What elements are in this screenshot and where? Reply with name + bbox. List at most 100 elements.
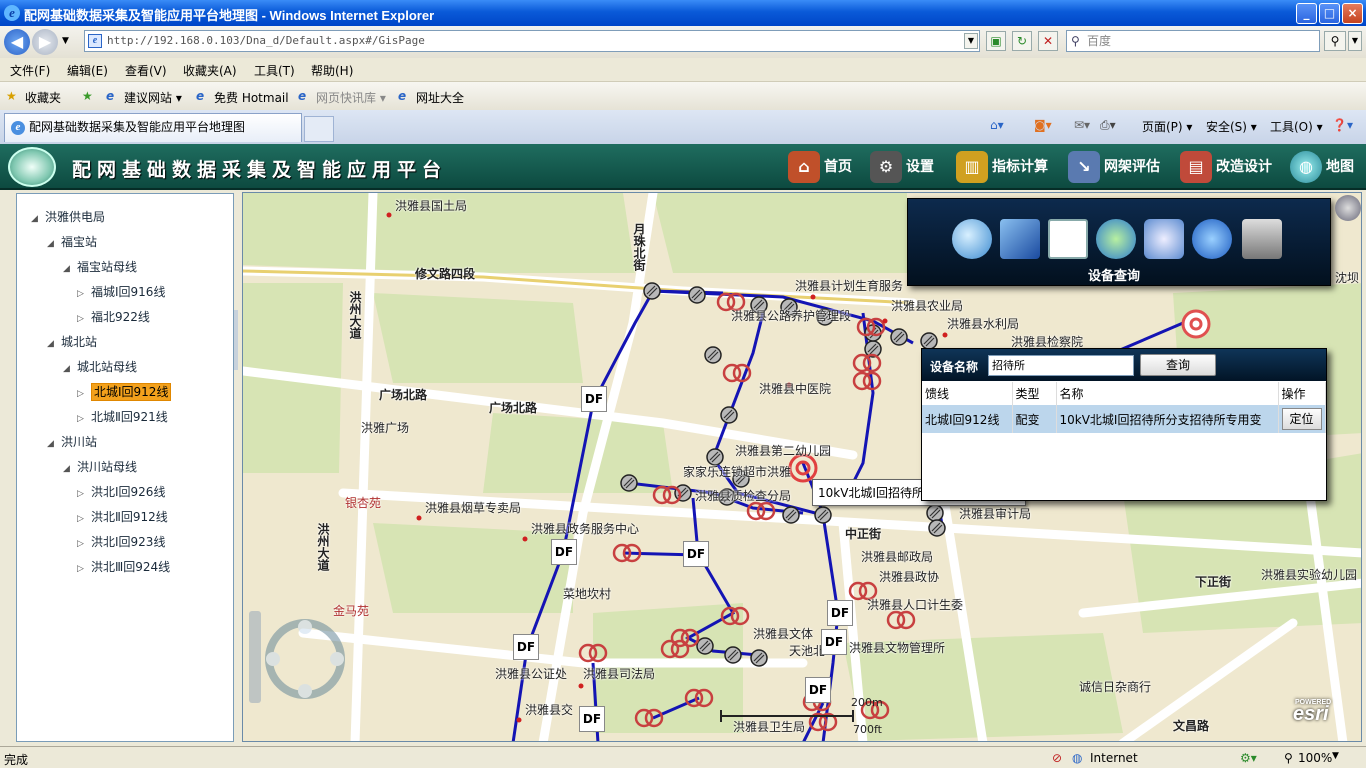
new-tab-button[interactable] xyxy=(304,116,334,142)
menu-help[interactable]: 帮助(H) xyxy=(311,62,353,79)
pole-marker[interactable] xyxy=(696,637,714,655)
locate-button[interactable]: 定位 xyxy=(1281,408,1322,430)
df-box[interactable]: DF xyxy=(579,706,605,732)
df-box[interactable]: DF xyxy=(551,539,577,565)
pole-marker[interactable] xyxy=(920,332,938,350)
expand-arrow-icon[interactable]: ▷ xyxy=(77,539,91,549)
df-box[interactable]: DF xyxy=(821,629,847,655)
close-button[interactable]: × xyxy=(1342,3,1363,24)
pole-marker[interactable] xyxy=(926,504,944,522)
tree-node[interactable]: ◢ 洪川站 xyxy=(47,433,97,450)
collapse-arrow-icon[interactable]: ◢ xyxy=(47,339,61,349)
table-row[interactable]: 北城Ⅰ回912线 配变 10kV北城Ⅰ回招待所分支招待所专用变 定位 xyxy=(922,405,1326,433)
tree-node[interactable]: ▷ 洪北Ⅱ回912线 xyxy=(77,508,168,525)
compat-view-icon[interactable]: ▣ xyxy=(986,31,1006,51)
tree-node[interactable]: ◢ 福宝站母线 xyxy=(63,258,137,275)
page-menu[interactable]: 页面(P) ▾ xyxy=(1142,118,1192,135)
pole-marker[interactable] xyxy=(928,519,946,537)
df-box[interactable]: DF xyxy=(513,634,539,660)
tools-menu[interactable]: 工具(O) ▾ xyxy=(1270,118,1323,135)
magnifier-icon[interactable] xyxy=(952,219,992,259)
panel-splitter[interactable] xyxy=(234,310,238,370)
df-box[interactable]: DF xyxy=(805,677,831,703)
url-field[interactable]: e http://192.168.0.103/Dna_d/Default.aspx… xyxy=(84,30,980,52)
nav-home[interactable]: ⌂ 首页 xyxy=(788,148,852,186)
menu-edit[interactable]: 编辑(E) xyxy=(67,62,108,79)
menu-favorites[interactable]: 收藏夹(A) xyxy=(183,62,237,79)
collapse-arrow-icon[interactable]: ◢ xyxy=(47,239,61,249)
menu-file[interactable]: 文件(F) xyxy=(10,62,50,79)
tab-gis-page[interactable]: 配网基础数据采集及智能应用平台地理图 xyxy=(4,113,302,142)
fav-web-slice[interactable]: 网页快讯库 ▾ xyxy=(316,89,386,106)
expand-arrow-icon[interactable]: ▷ xyxy=(77,564,91,574)
expand-arrow-icon[interactable]: ▷ xyxy=(77,414,91,424)
tree-node[interactable]: ▷ 洪北Ⅰ回923线 xyxy=(77,533,165,550)
nav-index-calc[interactable]: ▥ 指标计算 xyxy=(956,148,1048,186)
transformer-marker[interactable] xyxy=(896,610,916,630)
history-dropdown[interactable]: ▼ xyxy=(62,36,69,46)
add-favorite-icon[interactable]: ★ xyxy=(82,89,93,103)
pole-marker[interactable] xyxy=(704,346,722,364)
pole-marker[interactable] xyxy=(890,328,908,346)
globe-search-icon[interactable] xyxy=(1096,219,1136,259)
df-box[interactable]: DF xyxy=(827,600,853,626)
fav-hotmail[interactable]: 免费 Hotmail xyxy=(214,89,289,106)
url-dropdown[interactable]: ▼ xyxy=(964,33,978,49)
pole-marker[interactable] xyxy=(688,286,706,304)
expand-arrow-icon[interactable]: ▷ xyxy=(77,389,91,399)
forward-button[interactable]: ▶ xyxy=(32,29,58,55)
expand-arrow-icon[interactable]: ▷ xyxy=(77,489,91,499)
refresh-icon[interactable]: ↻ xyxy=(1012,31,1032,51)
search-options-dropdown[interactable]: ▼ xyxy=(1348,31,1362,51)
zoom-level[interactable]: 100% xyxy=(1298,751,1332,765)
collapse-arrow-icon[interactable]: ◢ xyxy=(63,264,77,274)
mail-icon[interactable]: ✉▾ xyxy=(1074,118,1090,132)
maximize-button[interactable]: □ xyxy=(1319,3,1340,24)
safety-menu[interactable]: 安全(S) ▾ xyxy=(1206,118,1257,135)
map-nav-control[interactable] xyxy=(247,609,347,709)
nav-grid-evaluate[interactable]: ↘ 网架评估 xyxy=(1068,148,1160,186)
monitor-icon[interactable] xyxy=(1144,219,1184,259)
favorites-button[interactable]: 收藏夹 xyxy=(25,89,61,106)
pole-marker[interactable] xyxy=(643,282,661,300)
gis-map[interactable]: 洪雅县国土局 修文路四段 月珠北街 洪州大道 洪雅县计划生育服务 洪雅县农业局 洪雅县水利局… xyxy=(242,192,1362,742)
feeds-icon[interactable]: ◙▾ xyxy=(1034,118,1052,132)
back-button[interactable]: ◀ xyxy=(4,29,30,55)
tree-node[interactable]: ◢ 城北站 xyxy=(47,333,97,350)
map-gear-icon[interactable] xyxy=(1335,195,1361,221)
pole-marker[interactable] xyxy=(782,506,800,524)
zoom-dropdown[interactable]: ▼ xyxy=(1332,751,1339,761)
tree-node[interactable]: ▷ 福北922线 xyxy=(77,308,150,325)
menu-tools[interactable]: 工具(T) xyxy=(254,62,295,79)
expand-arrow-icon[interactable]: ▷ xyxy=(77,289,91,299)
privacy-icon[interactable]: ⚙▾ xyxy=(1240,751,1257,765)
device-name-input[interactable]: 招待所 xyxy=(988,355,1134,376)
collapse-arrow-icon[interactable]: ◢ xyxy=(63,464,77,474)
df-box[interactable]: DF xyxy=(683,541,709,567)
tree-node[interactable]: ▷ 洪北Ⅲ回924线 xyxy=(77,558,170,575)
stop-icon[interactable]: ✕ xyxy=(1038,31,1058,51)
tree-node[interactable]: ▷ 北城Ⅰ回912线 xyxy=(77,383,172,401)
tree-node[interactable]: ◢ 洪川站母线 xyxy=(63,458,137,475)
expand-arrow-icon[interactable]: ▷ xyxy=(77,314,91,324)
pole-marker[interactable] xyxy=(750,649,768,667)
tree-node[interactable]: ▷ 福城Ⅰ回916线 xyxy=(77,283,165,300)
collapse-arrow-icon[interactable]: ◢ xyxy=(63,364,77,374)
list-icon[interactable] xyxy=(1048,219,1088,259)
tree-node[interactable]: ◢ 洪雅供电局 xyxy=(31,208,105,225)
pole-marker[interactable] xyxy=(674,484,692,502)
earth-icon[interactable] xyxy=(1192,219,1232,259)
cube-icon[interactable] xyxy=(1000,219,1040,259)
menu-view[interactable]: 查看(V) xyxy=(125,62,167,79)
expand-arrow-icon[interactable]: ▷ xyxy=(77,514,91,524)
nav-design[interactable]: ▤ 改造设计 xyxy=(1180,148,1272,186)
printer-icon[interactable] xyxy=(1242,219,1282,259)
minimize-button[interactable]: _ xyxy=(1296,3,1317,24)
pole-marker[interactable] xyxy=(620,474,638,492)
nav-map[interactable]: ◍ 地图 xyxy=(1290,148,1354,186)
pole-marker[interactable] xyxy=(814,506,832,524)
collapse-arrow-icon[interactable]: ◢ xyxy=(47,439,61,449)
tree-node[interactable]: ◢ 城北站母线 xyxy=(63,358,137,375)
tree-node[interactable]: ◢ 福宝站 xyxy=(47,233,97,250)
query-button[interactable]: 查询 xyxy=(1140,354,1216,376)
